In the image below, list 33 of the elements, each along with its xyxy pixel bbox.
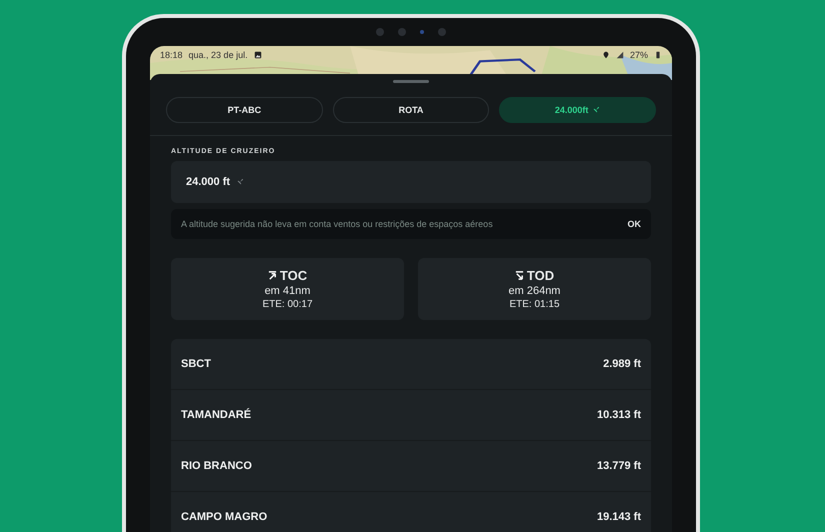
battery-level: 27% — [630, 50, 648, 60]
ok-button[interactable]: OK — [628, 219, 641, 229]
climb-arrow-icon — [268, 271, 277, 280]
waypoint-name: TAMANDARÉ — [181, 409, 252, 421]
waypoint-name: SBCT — [181, 358, 211, 370]
camera-icon — [398, 28, 406, 36]
location-icon — [602, 51, 610, 59]
camera-icon — [438, 28, 446, 36]
ete-text: ETE: 01:15 — [509, 299, 560, 310]
tab[interactable]: 24.000ft — [499, 97, 656, 123]
drag-handle[interactable] — [393, 80, 429, 83]
card-title: TOD — [526, 268, 554, 283]
waypoint-altitude: 10.313 ft — [596, 409, 641, 421]
waypoint-altitude: 2.989 ft — [603, 358, 641, 370]
signal-icon — [616, 51, 624, 59]
distance-text: em 264nm — [508, 285, 560, 297]
altitude-field[interactable]: 24.000 ft — [171, 161, 651, 203]
ete-text: ETE: 00:17 — [262, 299, 313, 310]
camera-icon — [376, 28, 384, 36]
status-time: 18:18 — [160, 50, 183, 60]
waypoint-altitude: 13.779 ft — [596, 460, 641, 472]
card-title: TOC — [280, 268, 308, 283]
waypoint-altitude: 19.143 ft — [596, 511, 641, 523]
status-date: qua., 23 de jul. — [188, 50, 248, 60]
waypoint-name: CAMPO MAGRO — [181, 511, 268, 523]
waypoint-name: RIO BRANCO — [181, 460, 252, 472]
descent-arrow-icon — [514, 271, 524, 280]
distance-text: em 41nm — [264, 285, 310, 297]
sensor-icon — [420, 30, 424, 34]
tab[interactable]: ROTA — [332, 97, 490, 123]
tab[interactable]: PT-ABC — [166, 97, 323, 123]
notice-text: A altitude sugerida não leva em conta ventos ou restrições de espaços aéreos — [181, 219, 494, 229]
battery-icon — [654, 51, 662, 59]
